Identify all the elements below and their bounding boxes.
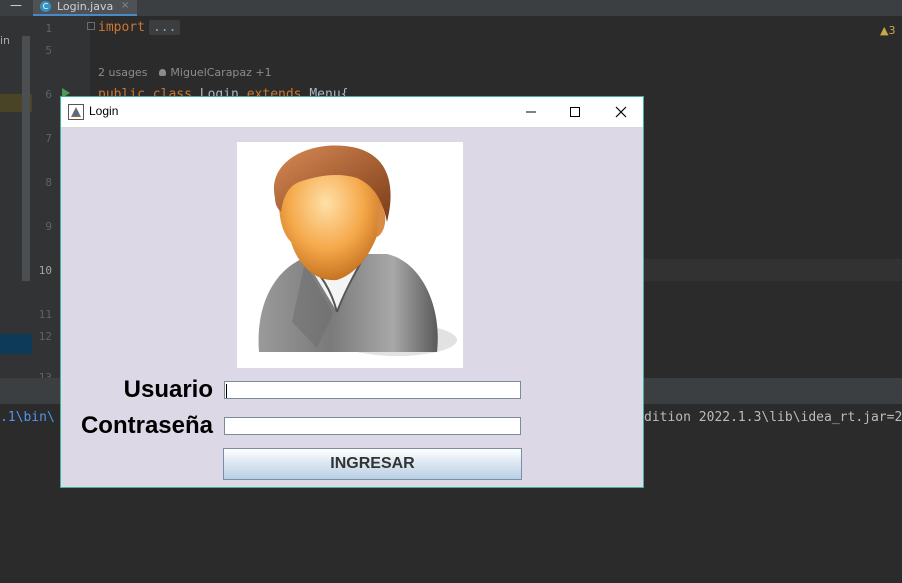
line-number: 12 [38,330,52,343]
usages-hint[interactable]: 2 usages MiguelCarapaz +1 [98,66,272,79]
line-number: 10 [38,264,52,277]
usuario-input[interactable] [224,381,521,399]
ingresar-button[interactable]: INGRESAR [223,448,522,480]
line-number: 8 [45,176,52,189]
editor-tab-bar: — C Login.java × [0,0,902,16]
fold-icon[interactable] [87,22,95,30]
text-caret [226,384,227,398]
scrollbar[interactable] [22,36,30,281]
user-avatar-icon [258,145,457,356]
line-number: 1 [45,22,52,35]
user-icon [159,69,167,76]
maximize-button[interactable] [553,97,597,127]
project-panel-label: in [0,34,11,47]
import-fold[interactable]: ... [148,20,181,35]
menu-icon[interactable]: — [6,0,26,16]
project-panel-strip: in [0,16,32,378]
java-class-icon: C [40,1,51,12]
import-keyword: import [98,20,145,35]
close-button[interactable] [599,97,643,127]
tab-close-icon[interactable]: × [121,0,129,12]
title-bar[interactable]: Login [61,97,643,128]
import-line: import... [98,20,181,35]
java-app-icon [68,104,84,120]
window-title: Login [89,104,119,118]
console-link[interactable]: .1\bin\ [0,410,55,425]
contrasena-label: Contraseña [80,412,213,439]
selected-row [0,334,32,354]
warning-indicator[interactable]: ▲3 [880,24,895,37]
tab-login-java[interactable]: C Login.java × [33,0,137,16]
user-avatar-image [237,142,463,368]
warning-count: 3 [888,24,896,37]
usuario-label: Usuario [123,376,213,403]
line-number: 7 [45,132,52,145]
usages-count[interactable]: 2 usages [98,66,147,79]
minimize-button[interactable] [509,97,553,127]
line-number: 9 [45,220,52,233]
line-number: 6 [45,88,52,101]
contrasena-input[interactable] [224,417,521,435]
close-icon [615,106,627,118]
tab-label: Login.java [57,0,114,13]
line-number: 5 [45,44,52,57]
console-output: dition 2022.1.3\lib\idea_rt.jar=2 [644,410,902,425]
login-window: Login Usuario Contraseña INGRESAR [60,96,644,488]
maximize-icon [570,107,580,117]
author-name[interactable]: MiguelCarapaz +1 [170,66,271,79]
line-number: 11 [38,308,52,321]
minimize-icon [526,111,536,113]
